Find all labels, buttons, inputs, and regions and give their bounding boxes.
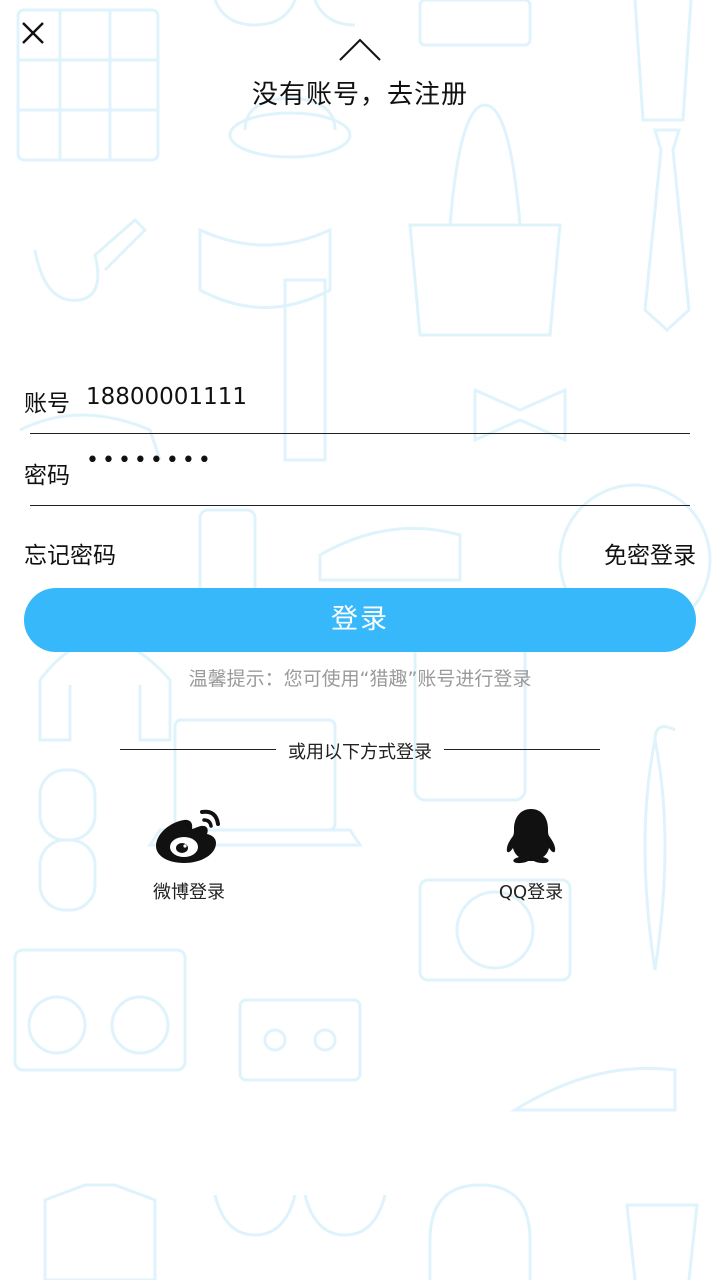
qq-login-label: QQ登录: [498, 882, 564, 903]
divider-line-right: [444, 749, 600, 750]
password-label: 密码: [24, 463, 70, 489]
weibo-icon: [156, 809, 220, 863]
forgot-password-link[interactable]: 忘记密码: [24, 536, 116, 570]
login-button[interactable]: 登录: [24, 588, 696, 652]
close-icon: [22, 22, 44, 44]
login-page: 没有账号，去注册 账号 18800001111 密码 •••••••• 忘记密码…: [0, 0, 720, 1280]
chevron-up-icon: [339, 38, 381, 61]
account-label: 账号: [24, 391, 70, 417]
password-free-login-link[interactable]: 免密登录: [604, 536, 696, 570]
password-input[interactable]: ••••••••: [86, 448, 214, 473]
account-underline: [30, 433, 690, 434]
divider-text: 或用以下方式登录: [288, 742, 432, 763]
account-input[interactable]: 18800001111: [86, 384, 247, 410]
login-tip: 温馨提示：您可使用“猎趣”账号进行登录: [188, 668, 532, 690]
qq-login-button[interactable]: QQ登录: [461, 806, 601, 904]
close-button[interactable]: [14, 14, 52, 52]
qq-icon: [506, 809, 556, 864]
register-link[interactable]: 没有账号，去注册: [0, 74, 720, 111]
collapse-up-button[interactable]: [336, 34, 384, 64]
weibo-login-label: 微博登录: [153, 882, 225, 903]
alt-login-divider: 或用以下方式登录: [120, 738, 600, 763]
weibo-login-button[interactable]: 微博登录: [119, 806, 259, 904]
account-field[interactable]: 账号 18800001111: [24, 374, 690, 434]
password-underline: [30, 505, 690, 506]
password-field[interactable]: 密码 ••••••••: [24, 446, 690, 506]
